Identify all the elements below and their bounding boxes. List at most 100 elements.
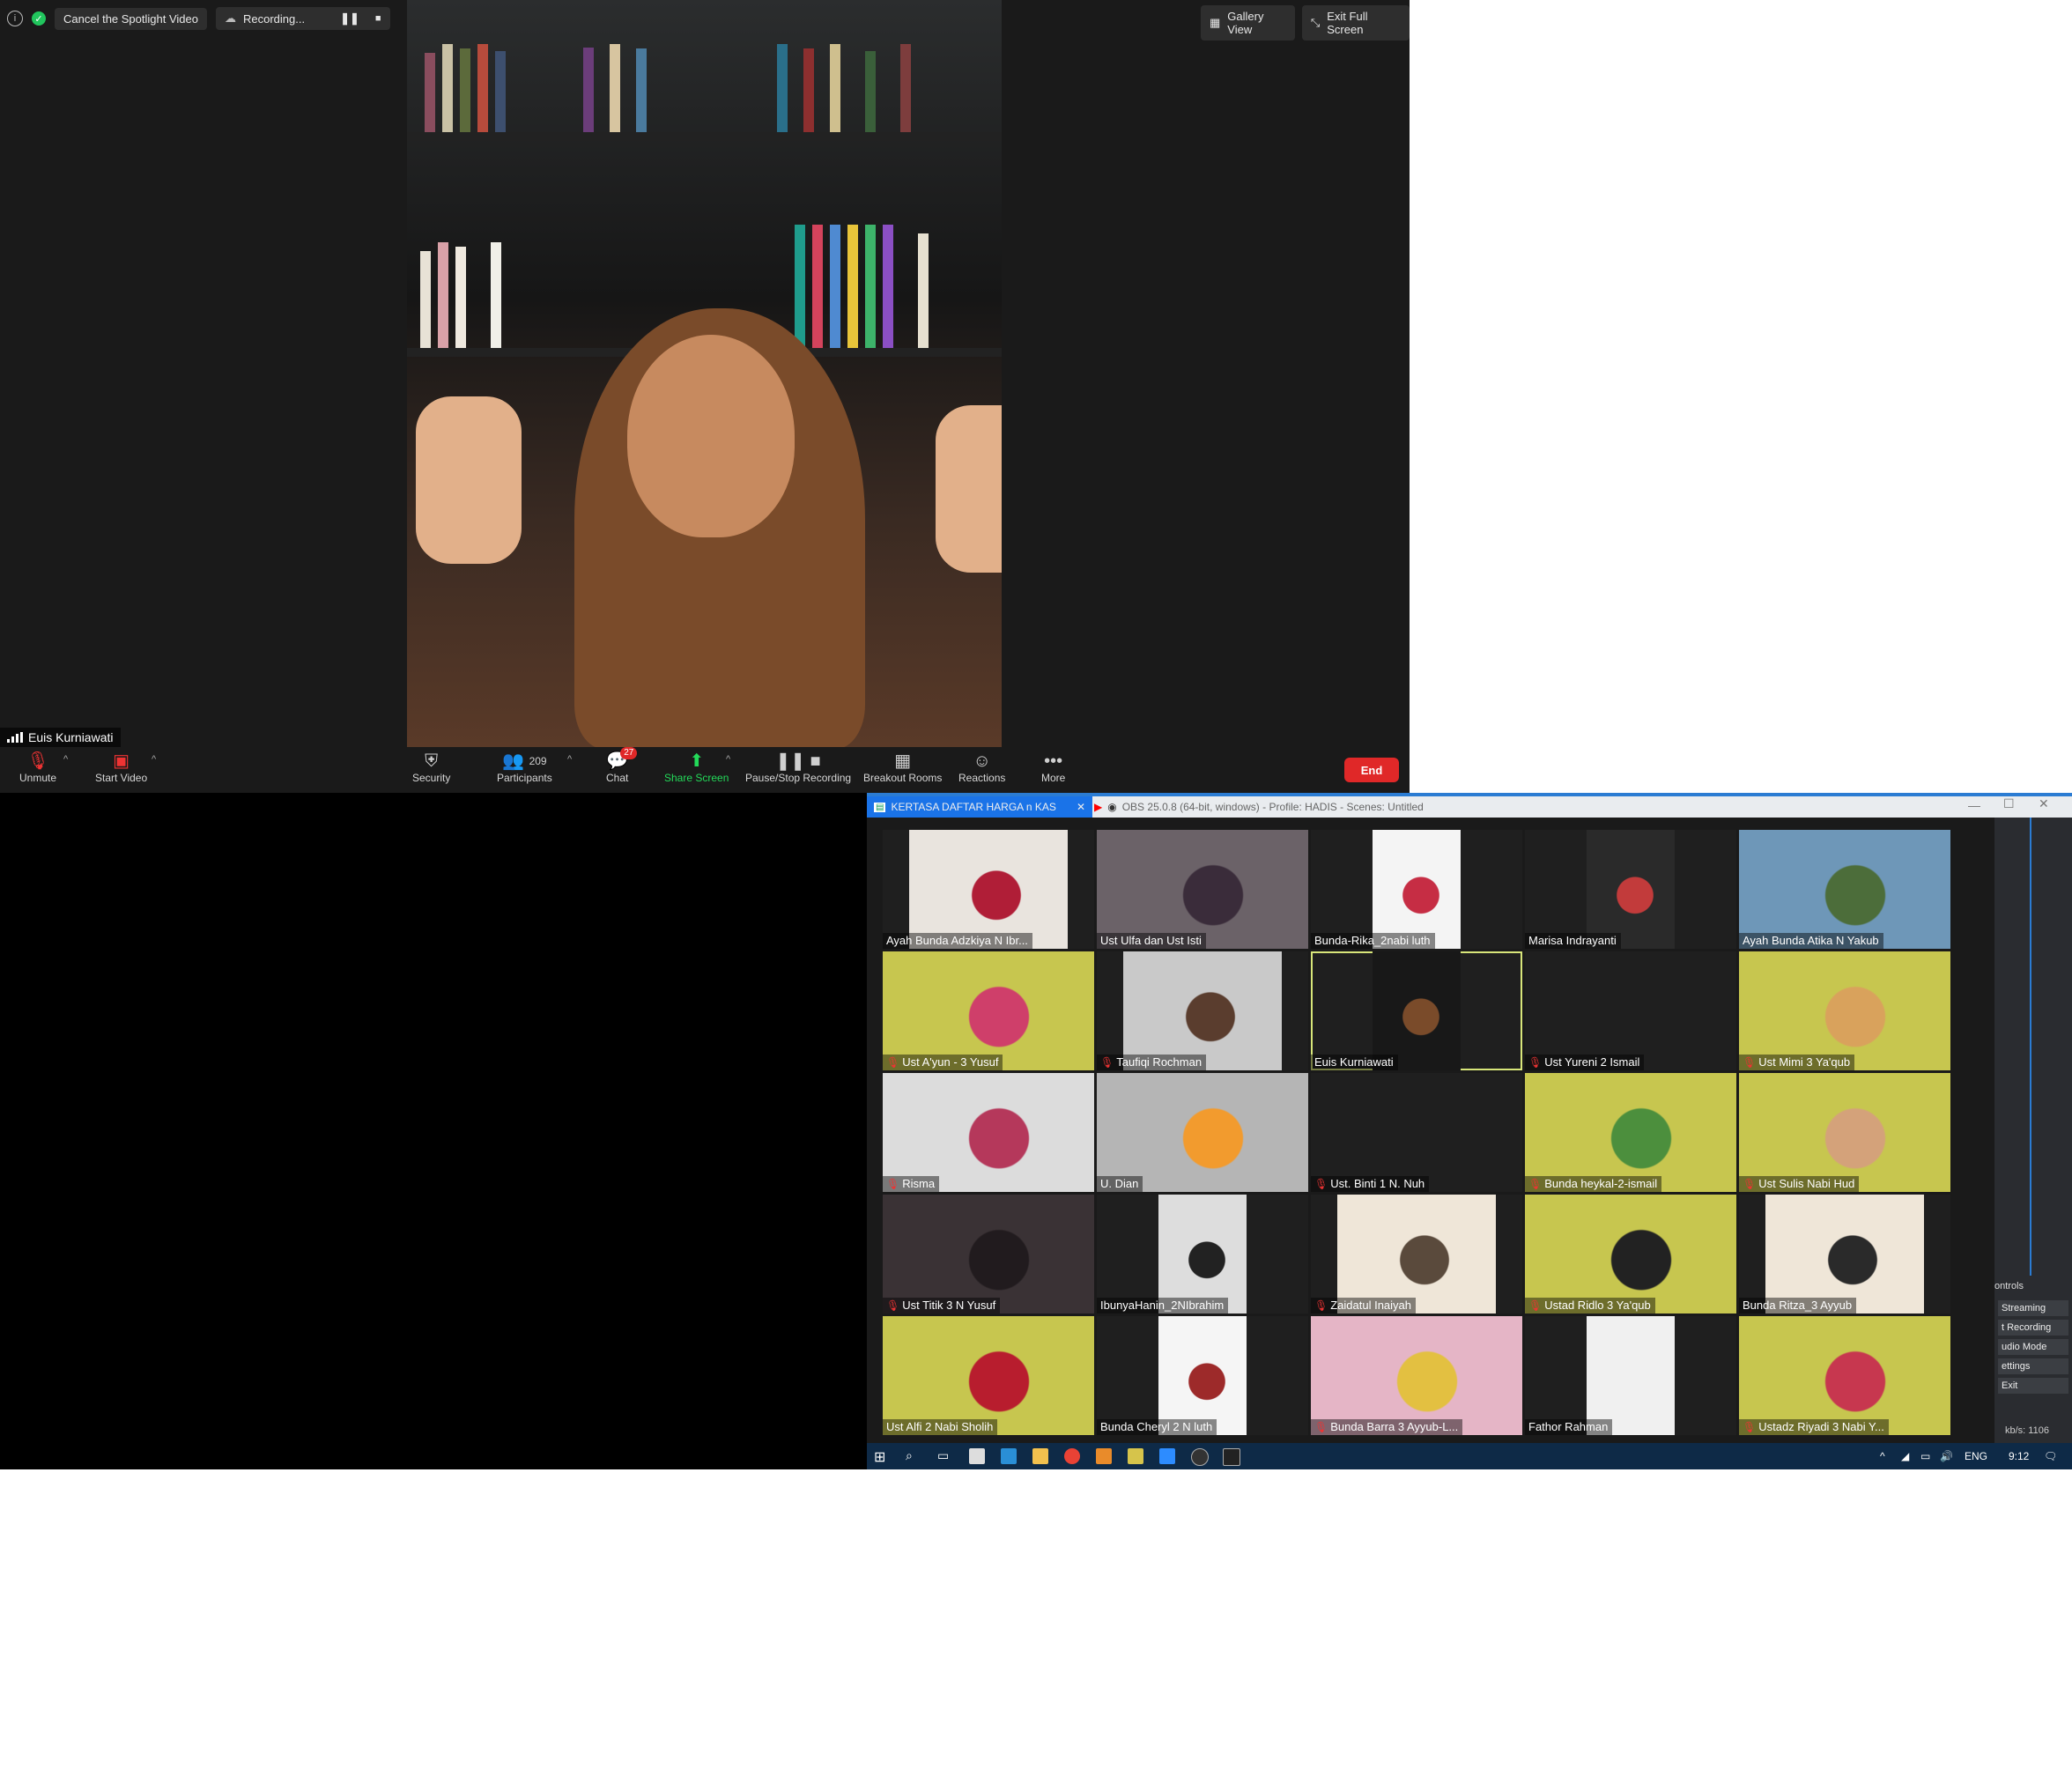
obs-studio-mode-button[interactable]: udio Mode <box>1998 1339 2068 1355</box>
gallery-view-button[interactable]: ▦ Gallery View <box>1201 5 1295 41</box>
zoom-taskbar-icon[interactable] <box>1159 1448 1175 1464</box>
cancel-spotlight-button[interactable]: Cancel the Spotlight Video <box>55 7 207 30</box>
start-video-label: Start Video <box>95 772 148 784</box>
unmute-button[interactable]: 🎙 Unmute <box>19 751 56 784</box>
store-icon[interactable] <box>969 1448 985 1464</box>
participant-tile[interactable]: Ust Alfi 2 Nabi Sholih <box>883 1316 1094 1435</box>
shield-check-icon[interactable]: ✓ <box>32 11 46 26</box>
tab-close-icon[interactable]: ✕ <box>1077 801 1085 813</box>
participant-tile[interactable]: Ayah Bunda Adzkiya N Ibr... <box>883 830 1094 949</box>
more-label: More <box>1041 772 1066 784</box>
clock[interactable]: 9:12 <box>2009 1450 2029 1462</box>
share-screen-caret-icon[interactable]: ^ <box>726 754 730 765</box>
notifications-icon[interactable]: 🗨 <box>2044 1450 2057 1462</box>
pause-recording-icon[interactable]: ❚❚ <box>340 11 359 26</box>
pause-stop-recording-button[interactable]: ❚❚ ■ Pause/Stop Recording <box>745 751 851 784</box>
participant-tile[interactable]: 🎙 Bunda Barra 3 Ayyub-L... <box>1311 1316 1522 1435</box>
participant-tile[interactable]: 🎙 Risma <box>883 1073 1094 1192</box>
tab-kertasa-label: KERTASA DAFTAR HARGA n KAS <box>891 801 1056 813</box>
participant-name-tag: Ayah Bunda Atika N Yakub <box>1739 933 1883 949</box>
participant-tile[interactable]: Marisa Indrayanti <box>1525 830 1736 949</box>
participant-tile[interactable]: Ust Ulfa dan Ust Isti <box>1097 830 1308 949</box>
participant-tile[interactable]: IbunyaHanin_2NIbrahim <box>1097 1195 1308 1314</box>
language-indicator[interactable]: ENG <box>1965 1450 1987 1462</box>
start-video-button[interactable]: ▣ Start Video <box>95 751 147 784</box>
volume-icon[interactable]: 🔊 <box>1940 1450 1953 1462</box>
obs-streaming-button[interactable]: Streaming <box>1998 1300 2068 1316</box>
obs-taskbar-icon[interactable] <box>1191 1448 1209 1466</box>
maximize-icon[interactable]: ☐ <box>2003 796 2015 811</box>
participants-caret-icon[interactable]: ^ <box>567 754 572 765</box>
participant-tile[interactable]: 🎙 Ust Mimi 3 Ya'qub <box>1739 951 1950 1070</box>
exit-fullscreen-button[interactable]: ⤡ Exit Full Screen <box>1301 5 1410 41</box>
app-yellow-icon[interactable] <box>1128 1448 1143 1464</box>
recording-label: Recording... <box>242 11 306 26</box>
participant-tile[interactable]: 🎙 Ust Yureni 2 Ismail <box>1525 951 1736 1070</box>
obs-panel: ontrols Streaming t Recording udio Mode … <box>1994 818 2072 1443</box>
breakout-rooms-button[interactable]: ▦ Breakout Rooms <box>863 751 942 784</box>
close-icon[interactable]: ✕ <box>2039 796 2049 811</box>
stop-recording-icon[interactable]: ■ <box>375 13 381 24</box>
participant-tile[interactable]: 🎙 Ustadz Riyadi 3 Nabi Y... <box>1739 1316 1950 1435</box>
mail-icon[interactable] <box>1001 1448 1017 1464</box>
participant-name: Bunda heykal-2-ismail <box>1544 1177 1658 1190</box>
chat-button[interactable]: 💬 27 Chat <box>606 747 638 784</box>
participant-tile[interactable]: Ayah Bunda Atika N Yakub <box>1739 830 1950 949</box>
participant-video <box>1123 951 1282 1070</box>
security-button[interactable]: ⛨ Security <box>412 751 450 784</box>
reactions-button[interactable]: ☺ Reactions <box>958 751 1005 784</box>
share-screen-button[interactable]: ⬆ Share Screen <box>664 751 729 784</box>
tray-overflow-icon[interactable]: ^ <box>1880 1450 1885 1462</box>
network-icon[interactable]: ◢ <box>1901 1450 1909 1462</box>
task-view-icon[interactable]: ▭ <box>937 1448 953 1464</box>
participant-tile[interactable]: 🎙 Zaidatul Inaiyah <box>1311 1195 1522 1314</box>
grid-icon: ▦ <box>1210 16 1221 29</box>
video-options-caret-icon[interactable]: ^ <box>152 754 156 765</box>
participant-tile[interactable]: Bunda Cheryl 2 N luth <box>1097 1316 1308 1435</box>
participant-name: Ust Mimi 3 Ya'qub <box>1758 1055 1851 1069</box>
participant-tile[interactable]: 🎙 Ust Sulis Nabi Hud <box>1739 1073 1950 1192</box>
participant-name-tag: Fathor Rahman <box>1525 1419 1613 1435</box>
participant-tile[interactable]: U. Dian <box>1097 1073 1308 1192</box>
end-meeting-button[interactable]: End <box>1344 758 1399 782</box>
participant-tile[interactable]: 🎙 Bunda heykal-2-ismail <box>1525 1073 1736 1192</box>
participant-tile[interactable]: 🎙 Taufiqi Rochman <box>1097 951 1308 1070</box>
participant-video <box>1097 1073 1308 1192</box>
secondary-desktop: ▤ KERTASA DAFTAR HARGA n KAS ✕ ▶ ◉ OBS 2… <box>867 793 2072 1469</box>
participant-video <box>1525 951 1736 1070</box>
participant-tile[interactable]: Euis Kurniawati <box>1311 951 1522 1070</box>
participant-name: Ustad Ridlo 3 Ya'qub <box>1544 1299 1651 1312</box>
participant-video <box>1739 951 1950 1070</box>
file-explorer-icon[interactable] <box>1032 1448 1048 1464</box>
terminal-icon[interactable] <box>1223 1448 1240 1466</box>
obs-settings-button[interactable]: ettings <box>1998 1358 2068 1374</box>
participant-tile[interactable]: Bunda-Rika_2nabi luth <box>1311 830 1522 949</box>
empty-black-area <box>0 793 867 1469</box>
app-orange-icon[interactable] <box>1096 1448 1112 1464</box>
chrome-icon[interactable] <box>1064 1448 1080 1464</box>
participants-button[interactable]: 👥 209 Participants <box>497 751 552 784</box>
obs-exit-button[interactable]: Exit <box>1998 1378 2068 1394</box>
info-icon[interactable]: i <box>7 11 23 26</box>
tab-obs[interactable]: ▶ ◉ OBS 25.0.8 (64-bit, windows) - Profi… <box>1087 796 1806 818</box>
tab-kertasa-daftar-harga[interactable]: ▤ KERTASA DAFTAR HARGA n KAS ✕ <box>867 796 1092 818</box>
battery-icon[interactable]: ▭ <box>1920 1450 1930 1462</box>
windows-taskbar: ⊞ ⌕ ▭ ^ ◢ ▭ 🔊 ENG 9:12 🗨 <box>867 1443 2072 1469</box>
participant-video <box>1739 830 1950 949</box>
audio-options-caret-icon[interactable]: ^ <box>63 754 68 765</box>
search-icon[interactable]: ⌕ <box>906 1448 921 1464</box>
participant-tile[interactable]: Bunda Ritza_3 Ayyub <box>1739 1195 1950 1314</box>
video-off-icon: ▣ <box>113 751 130 771</box>
chat-badge: 27 <box>620 747 638 759</box>
participant-tile[interactable]: 🎙 Ustad Ridlo 3 Ya'qub <box>1525 1195 1736 1314</box>
windows-start-icon[interactable]: ⊞ <box>874 1448 890 1465</box>
minimize-icon[interactable]: — <box>1968 798 1980 812</box>
more-button[interactable]: ••• More <box>1041 751 1065 784</box>
meeting-info-bar: i ✓ Cancel the Spotlight Video ☁ Recordi… <box>7 5 390 32</box>
mic-muted-icon: 🎙 <box>1743 1420 1757 1433</box>
participant-tile[interactable]: 🎙 Ust. Binti 1 N. Nuh <box>1311 1073 1522 1192</box>
participant-tile[interactable]: 🎙 Ust Titik 3 N Yusuf <box>883 1195 1094 1314</box>
participant-tile[interactable]: 🎙 Ust A'yun - 3 Yusuf <box>883 951 1094 1070</box>
obs-recording-button[interactable]: t Recording <box>1998 1320 2068 1336</box>
participant-tile[interactable]: Fathor Rahman <box>1525 1316 1736 1435</box>
